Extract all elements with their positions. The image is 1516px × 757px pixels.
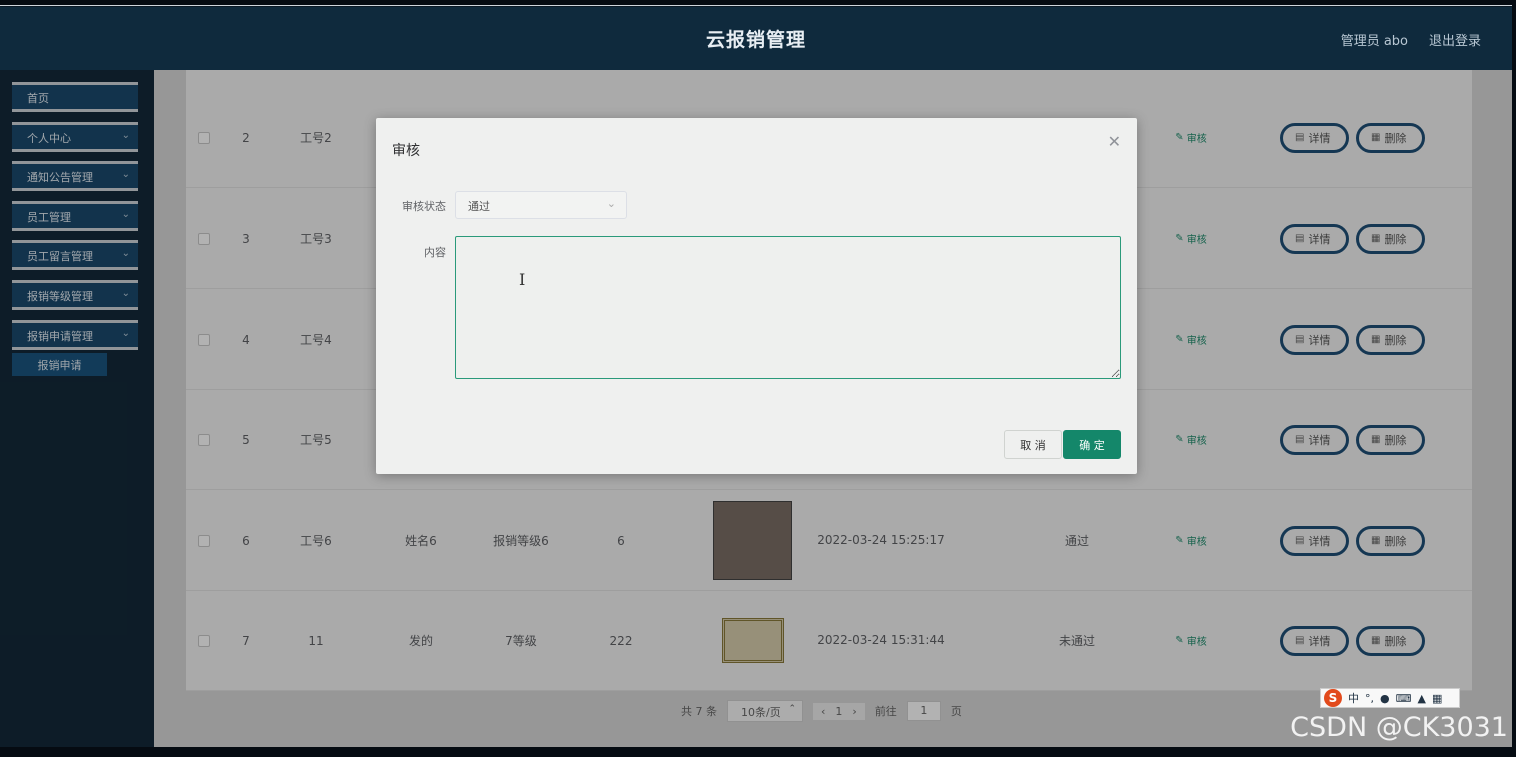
- microphone-icon[interactable]: ●: [1380, 692, 1390, 705]
- ime-toolbar[interactable]: S 中 °, ● ⌨ ▲ ▦: [1320, 688, 1460, 708]
- dialog-title: 审核: [392, 143, 420, 159]
- text-cursor-icon: I: [519, 270, 526, 289]
- confirm-button[interactable]: 确 定: [1063, 430, 1121, 459]
- logout-link[interactable]: 退出登录: [1429, 30, 1481, 49]
- top-header: 云报销管理 管理员 abo 退出登录: [0, 7, 1512, 70]
- keyboard-icon[interactable]: ⌨: [1396, 692, 1412, 705]
- app-title: 云报销管理: [705, 29, 806, 51]
- watermark: CSDN @CK3031: [1290, 712, 1508, 743]
- window-top-edge: [0, 0, 1516, 6]
- ime-language[interactable]: 中: [1348, 690, 1359, 706]
- shirt-icon[interactable]: ▲: [1418, 692, 1426, 705]
- audit-dialog: 审核 ✕ 审核状态 通过 ⌄ 内容 I 取 消 确 定: [376, 118, 1137, 474]
- status-select-value: 通过: [468, 200, 490, 213]
- status-select[interactable]: 通过 ⌄: [455, 191, 627, 219]
- window-right-edge: [1512, 0, 1516, 757]
- punctuation-icon[interactable]: °,: [1365, 692, 1374, 705]
- status-label: 审核状态: [402, 200, 446, 213]
- current-user: 管理员 abo: [1340, 34, 1408, 49]
- cancel-button[interactable]: 取 消: [1004, 430, 1062, 459]
- close-icon[interactable]: ✕: [1108, 132, 1121, 151]
- sogou-logo-icon: S: [1324, 689, 1342, 707]
- window-bottom-edge: [0, 747, 1516, 757]
- grid-icon[interactable]: ▦: [1432, 692, 1442, 705]
- content-textarea[interactable]: [455, 236, 1121, 379]
- content-label: 内容: [424, 246, 446, 259]
- chevron-down-icon: ⌄: [606, 197, 616, 210]
